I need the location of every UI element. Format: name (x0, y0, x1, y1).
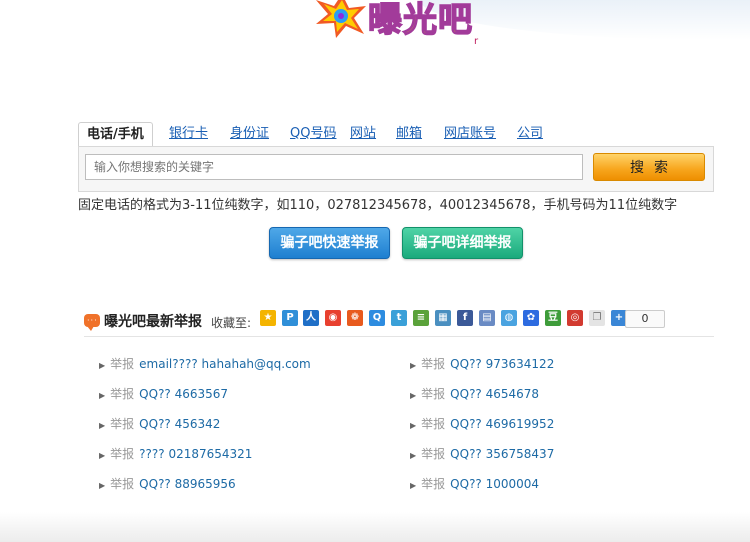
report-item[interactable]: ▶ 举报 QQ?? 356758437 (410, 446, 554, 462)
report-item[interactable]: ▶ 举报 QQ?? 1000004 (410, 476, 539, 492)
facebook-icon[interactable]: f (457, 310, 473, 326)
report-item[interactable]: ▶ 举报 QQ?? 456342 (99, 416, 220, 432)
search-button[interactable]: 搜索 (593, 153, 705, 181)
report-link[interactable]: ???? 02187654321 (139, 447, 252, 461)
search-box: 搜索 (78, 146, 714, 192)
report-link[interactable]: QQ?? 356758437 (450, 447, 554, 461)
weibo-icon[interactable]: ◉ (325, 310, 341, 326)
report-item[interactable]: ▶ 举报 QQ?? 4654678 (410, 386, 539, 402)
bullet-arrow-icon: ▶ (410, 421, 417, 430)
latest-reports-header: ··· 曝光吧最新举报 收藏至: ★ P 人 ◉ ❁ Q t ≡ ▦ f ▤ ◍… (84, 310, 714, 337)
star-logo-icon (302, 0, 374, 38)
bullet-arrow-icon: ▶ (410, 481, 417, 490)
collect-label: 收藏至: (211, 316, 252, 330)
tab-website[interactable]: 网站 (350, 122, 376, 146)
report-link[interactable]: QQ?? 4663567 (139, 387, 228, 401)
page-bottom-bar (0, 512, 750, 542)
qq-icon[interactable]: Q (369, 310, 385, 326)
share-count: 0 (625, 310, 665, 328)
report-tag: 举报 (110, 387, 135, 401)
pengyou-icon[interactable]: P (282, 310, 298, 326)
report-link[interactable]: QQ?? 973634122 (450, 357, 554, 371)
ifeng-icon[interactable]: ◎ (567, 310, 583, 326)
xianguo-icon[interactable]: ▦ (435, 310, 451, 326)
tab-email[interactable]: 邮箱 (396, 122, 422, 146)
tab-company[interactable]: 公司 (517, 122, 543, 146)
report-item[interactable]: ▶ 举报 QQ?? 4663567 (99, 386, 228, 402)
bullet-arrow-icon: ▶ (99, 421, 106, 430)
bullet-arrow-icon: ▶ (410, 391, 417, 400)
detail-report-button[interactable]: 骗子吧详细举报 (402, 227, 523, 259)
copy-icon[interactable]: ❐ (589, 310, 605, 326)
bullet-arrow-icon: ▶ (99, 391, 106, 400)
tab-bank-card[interactable]: 银行卡 (169, 122, 208, 146)
qzone-icon[interactable]: ★ (260, 310, 276, 326)
latest-reports-title: 曝光吧最新举报 (104, 314, 202, 330)
report-link[interactable]: QQ?? 469619952 (450, 417, 554, 431)
chat-bubble-icon: ··· (84, 314, 100, 331)
report-link[interactable]: QQ?? 88965956 (139, 477, 236, 491)
report-tag: 举报 (421, 447, 446, 461)
quick-report-button[interactable]: 骗子吧快速举报 (269, 227, 390, 259)
report-tag: 举报 (110, 477, 135, 491)
bullet-arrow-icon: ▶ (410, 361, 417, 370)
report-item[interactable]: ▶ 举报 QQ?? 469619952 (410, 416, 554, 432)
baidu-icon[interactable]: ✿ (523, 310, 539, 326)
search-format-hint: 固定电话的格式为3-11位纯数字，如110，027812345678，40012… (78, 198, 678, 213)
report-item[interactable]: ▶ 举报 email???? hahahah@qq.com (99, 356, 311, 372)
report-tag: 举报 (421, 477, 446, 491)
douban-icon[interactable]: 豆 (545, 310, 561, 326)
sohu-icon[interactable]: ◍ (501, 310, 517, 326)
tqq-icon[interactable]: t (391, 310, 407, 326)
logo-registered-mark: r (474, 36, 479, 47)
report-link[interactable]: QQ?? 4654678 (450, 387, 539, 401)
report-tag: 举报 (421, 387, 446, 401)
logo-text: 曝光吧 (367, 0, 473, 40)
report-tag: 举报 (421, 357, 446, 371)
bullet-arrow-icon: ▶ (99, 481, 106, 490)
report-item[interactable]: ▶ 举报 ???? 02187654321 (99, 446, 252, 462)
tab-phone[interactable]: 电话/手机 (78, 122, 153, 148)
report-tag: 举报 (110, 357, 135, 371)
report-link[interactable]: email???? hahahah@qq.com (139, 357, 311, 371)
net163-icon[interactable]: ▤ (479, 310, 495, 326)
report-link[interactable]: QQ?? 1000004 (450, 477, 539, 491)
search-input[interactable] (85, 154, 583, 180)
search-type-tabs: 电话/手机 银行卡 身份证 QQ号码 网站 邮箱 网店账号 公司 (78, 122, 706, 148)
tab-id-card[interactable]: 身份证 (230, 122, 269, 146)
kaixin-icon[interactable]: ❁ (347, 310, 363, 326)
bullet-arrow-icon: ▶ (99, 361, 106, 370)
renren-icon[interactable]: 人 (303, 310, 319, 326)
report-tag: 举报 (421, 417, 446, 431)
site-logo[interactable]: 曝光吧 (302, 0, 473, 40)
report-item[interactable]: ▶ 举报 QQ?? 973634122 (410, 356, 554, 372)
report-item[interactable]: ▶ 举报 QQ?? 88965956 (99, 476, 236, 492)
bullet-arrow-icon: ▶ (410, 451, 417, 460)
tab-shop-account[interactable]: 网店账号 (444, 122, 496, 146)
report-tag: 举报 (110, 447, 135, 461)
tab-qq-number[interactable]: QQ号码 (290, 122, 336, 146)
report-tag: 举报 (110, 417, 135, 431)
douban9-icon[interactable]: ≡ (413, 310, 429, 326)
report-link[interactable]: QQ?? 456342 (139, 417, 220, 431)
bullet-arrow-icon: ▶ (99, 451, 106, 460)
